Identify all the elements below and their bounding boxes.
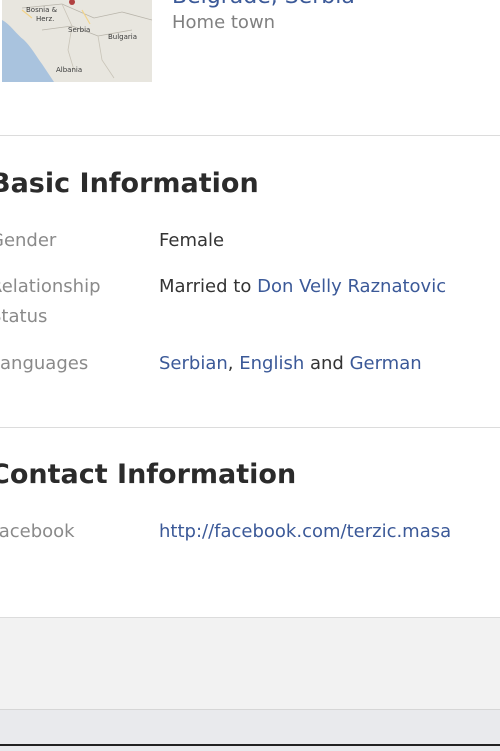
map-label: Serbia [68, 26, 91, 34]
language-link-serbian[interactable]: Serbian [159, 353, 228, 374]
facebook-url-link[interactable]: http://facebook.com/terzic.masa [159, 517, 451, 547]
profile-footer-panel [0, 617, 500, 710]
map-label: Albania [56, 66, 83, 74]
facebook-label: Facebook [0, 521, 75, 542]
hometown-city-link[interactable]: Belgrade, Serbia [172, 0, 355, 9]
map-label: Herz. [36, 15, 55, 23]
contact-information-heading: Contact Information [0, 459, 297, 490]
map-label: Bosnia & [26, 6, 58, 14]
partner-link[interactable]: Don Velly Raznatovic [257, 276, 446, 297]
relationship-status-label: Relationship Status [0, 272, 140, 332]
hometown-map-thumbnail[interactable]: Bosnia & Herz. Serbia Bulgaria Albania [2, 0, 152, 82]
section-divider [0, 135, 500, 136]
language-separator: , [227, 353, 234, 374]
relationship-label-line1: Relationship [0, 276, 101, 297]
relationship-label-line2: Status [0, 306, 48, 327]
languages-label: Languages [0, 353, 89, 374]
language-conjunction: and [309, 353, 344, 374]
languages-value: Serbian, English and German [159, 349, 422, 379]
gender-value: Female [159, 230, 225, 251]
window-bottom-edge [0, 744, 500, 746]
language-link-english[interactable]: English [239, 353, 304, 374]
relationship-status-value: Married to Don Velly Raznatovic [159, 272, 446, 302]
basic-information-heading: Basic Information [0, 168, 259, 199]
map-label: Bulgaria [108, 33, 138, 41]
gender-label: Gender [0, 230, 57, 251]
relationship-prefix: Married to [159, 276, 252, 297]
language-link-german[interactable]: German [350, 353, 422, 374]
section-divider [0, 427, 500, 428]
hometown-subtitle: Home town [172, 12, 276, 33]
